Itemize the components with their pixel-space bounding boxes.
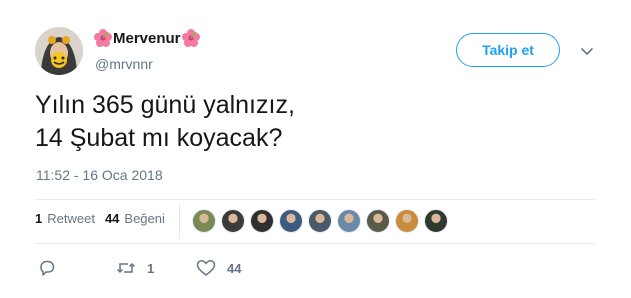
reply-icon	[38, 259, 56, 277]
like-count: 44	[104, 211, 120, 226]
like-button[interactable]: 44	[196, 259, 241, 277]
tweet-text: Yılın 365 günü yalnızız, 14 Şubat mı koy…	[35, 89, 595, 155]
divider	[179, 203, 180, 239]
retweet-icon	[116, 259, 136, 277]
liker-avatar[interactable]	[308, 209, 332, 233]
tweet-timestamp[interactable]: 11:52 - 16 Oca 2018	[36, 167, 163, 183]
liker-avatar[interactable]	[221, 209, 245, 233]
retweet-action-count: 1	[147, 260, 155, 276]
divider	[35, 199, 595, 200]
retweet-label: Retweet	[47, 211, 95, 226]
liker-avatar[interactable]	[395, 209, 419, 233]
retweet-stat[interactable]: 1 Retweet	[35, 211, 95, 226]
heart-icon	[196, 259, 216, 277]
user-handle[interactable]: @mrvnnr	[95, 56, 153, 72]
display-name[interactable]: Mervenur	[113, 30, 181, 47]
avatar[interactable]	[35, 27, 83, 75]
liker-avatar[interactable]	[424, 209, 448, 233]
hibiscus-icon	[181, 28, 201, 48]
tweet-stats: 1 Retweet 44 Beğeni	[35, 211, 175, 226]
like-action-count: 44	[227, 260, 242, 276]
like-label: Beğeni	[124, 211, 165, 226]
tweet-card: Mervenur @mrvnnr Takip et Yılın 365 günü…	[0, 0, 631, 298]
tweet-actions: 1 44	[38, 259, 598, 279]
tweet-text-line: Yılın 365 günü yalnızız,	[35, 91, 295, 119]
liker-avatars	[192, 209, 453, 233]
retweet-count: 1	[35, 211, 43, 226]
liker-avatar[interactable]	[192, 209, 216, 233]
liker-avatar[interactable]	[250, 209, 274, 233]
follow-button[interactable]: Takip et	[456, 33, 560, 67]
user-name-row[interactable]: Mervenur	[93, 28, 201, 48]
liker-avatar[interactable]	[279, 209, 303, 233]
chevron-down-icon[interactable]	[580, 44, 594, 55]
tweet-text-line: 14 Şubat mı koyacak?	[35, 124, 283, 152]
like-stat[interactable]: 44 Beğeni	[105, 211, 165, 226]
divider	[35, 243, 595, 244]
liker-avatar[interactable]	[337, 209, 361, 233]
retweet-button[interactable]: 1	[116, 259, 154, 277]
hibiscus-icon	[93, 28, 113, 48]
liker-avatar[interactable]	[366, 209, 390, 233]
reply-button[interactable]	[38, 259, 56, 277]
